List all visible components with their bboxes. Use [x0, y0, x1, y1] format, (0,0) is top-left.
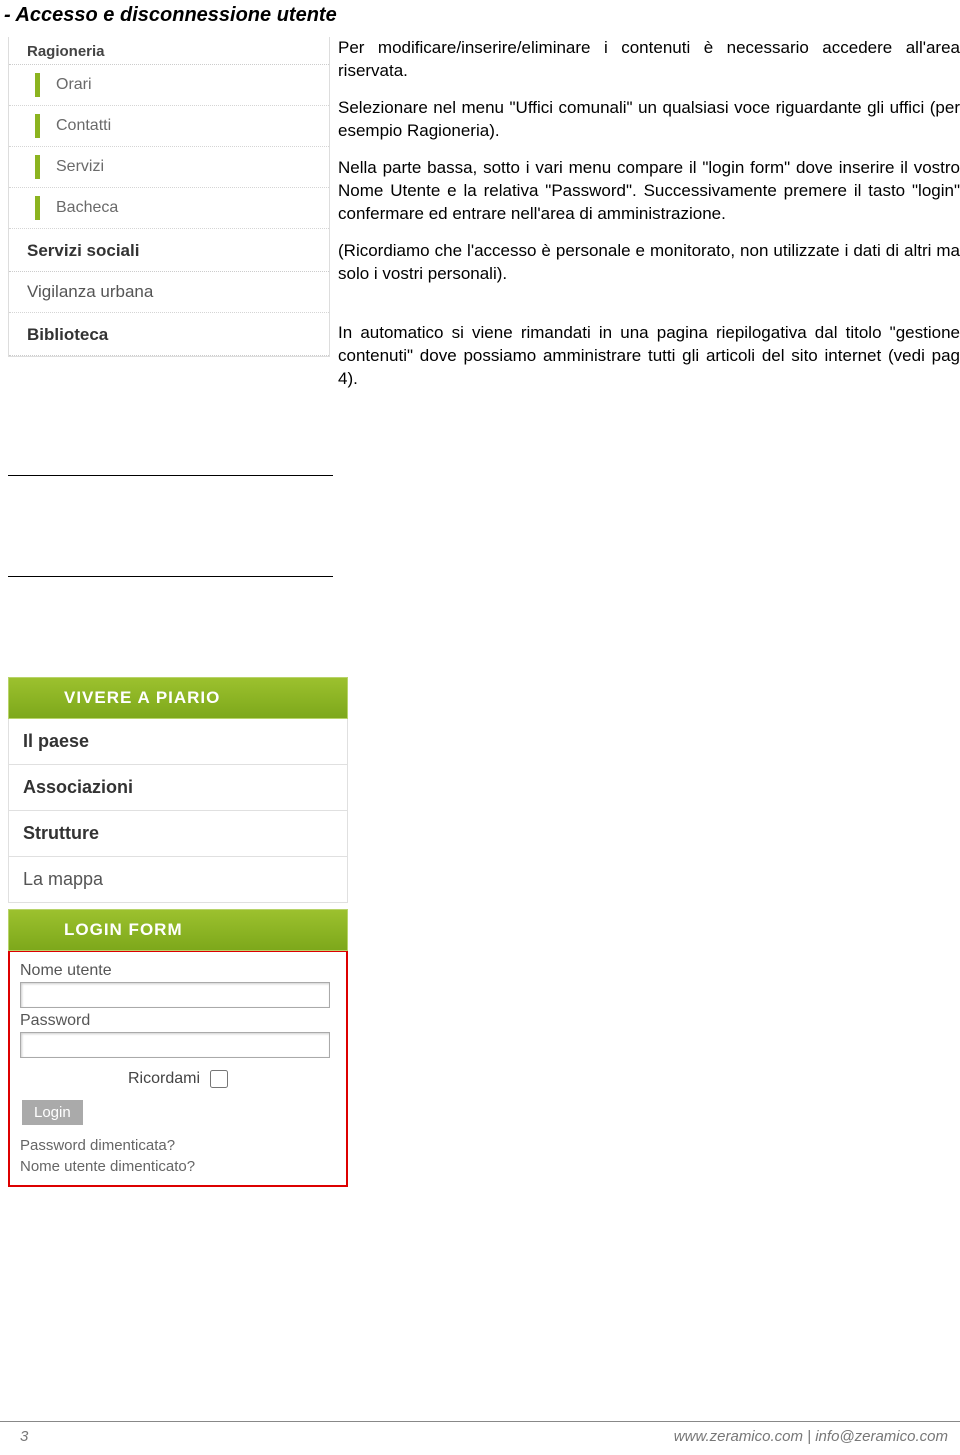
paragraph: Nella parte bassa, sotto i vari menu com…: [338, 157, 960, 226]
menu2-item-strutture[interactable]: Strutture: [8, 811, 348, 857]
footer-right: www.zeramico.com | info@zeramico.com: [674, 1428, 948, 1445]
hr-icon: [8, 475, 333, 476]
menu1-sub-label: Orari: [56, 76, 92, 94]
login-form: Nome utente Password Ricordami Login Pas…: [8, 951, 348, 1187]
username-input[interactable]: [20, 982, 330, 1008]
menu1-sub-label: Contatti: [56, 117, 111, 135]
login-links: Password dimenticata? Nome utente diment…: [20, 1135, 336, 1177]
menu2-item-paese[interactable]: Il paese: [8, 719, 348, 765]
menu1-sub-orari[interactable]: Orari: [9, 65, 329, 106]
menu1-item-ragioneria[interactable]: Ragioneria: [9, 37, 329, 65]
remember-label: Ricordami: [128, 1070, 200, 1088]
hr-icon: [8, 576, 333, 577]
login-button[interactable]: Login: [22, 1100, 83, 1125]
menu1-section-biblioteca[interactable]: Biblioteca: [9, 313, 329, 356]
accent-bar-icon: [35, 73, 40, 97]
password-input[interactable]: [20, 1032, 330, 1058]
forgot-username-link[interactable]: Nome utente dimenticato?: [20, 1156, 336, 1177]
username-label: Nome utente: [20, 962, 336, 980]
menu1-section-servizi-sociali[interactable]: Servizi sociali: [9, 229, 329, 272]
remember-row: Ricordami: [20, 1070, 336, 1088]
menu2-item-mappa[interactable]: La mappa: [8, 857, 348, 903]
paragraph: Selezionare nel menu "Uffici comunali" u…: [338, 97, 960, 143]
menu1-sub-label: Servizi: [56, 158, 104, 176]
menu2-item-associazioni[interactable]: Associazioni: [8, 765, 348, 811]
remember-checkbox[interactable]: [210, 1070, 228, 1088]
menu1-sub-label: Bacheca: [56, 199, 118, 217]
top-section: Ragioneria Orari Contatti Servizi Bachec…: [0, 37, 960, 405]
menu1-sub-contatti[interactable]: Contatti: [9, 106, 329, 147]
menu2-screenshot: VIVERE A PIARIO Il paese Associazioni St…: [8, 677, 348, 1187]
accent-bar-icon: [35, 155, 40, 179]
vivere-header: VIVERE A PIARIO: [8, 677, 348, 719]
menu1-screenshot: Ragioneria Orari Contatti Servizi Bachec…: [0, 37, 330, 357]
paragraph: (Ricordiamo che l'accesso è personale e …: [338, 240, 960, 286]
menu1-sub-servizi[interactable]: Servizi: [9, 147, 329, 188]
page-footer: 3 www.zeramico.com | info@zeramico.com: [0, 1421, 960, 1445]
accent-bar-icon: [35, 114, 40, 138]
menu1-sub-bacheca[interactable]: Bacheca: [9, 188, 329, 229]
accent-bar-icon: [35, 196, 40, 220]
password-label: Password: [20, 1012, 336, 1030]
instruction-text: Per modificare/inserire/eliminare i cont…: [330, 37, 960, 405]
page-number: 3: [20, 1428, 28, 1445]
paragraph: In automatico si viene rimandati in una …: [338, 322, 960, 391]
menu1-item-vigilanza[interactable]: Vigilanza urbana: [9, 272, 329, 313]
page-title: - Accesso e disconnessione utente: [0, 0, 960, 37]
login-header: LOGIN FORM: [8, 909, 348, 951]
forgot-password-link[interactable]: Password dimenticata?: [20, 1135, 336, 1156]
separator-lines: [8, 475, 333, 577]
paragraph: Per modificare/inserire/eliminare i cont…: [338, 37, 960, 83]
